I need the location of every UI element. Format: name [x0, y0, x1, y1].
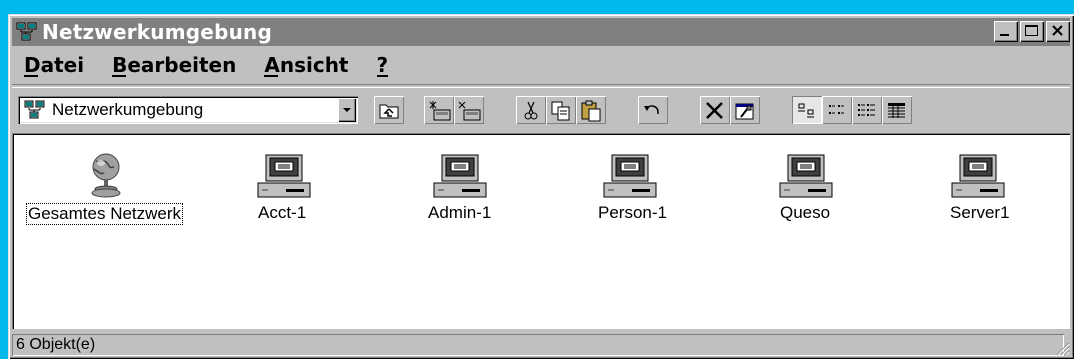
menu-help-label: ?: [376, 53, 389, 77]
resize-grip-icon[interactable]: [1054, 340, 1070, 356]
maximize-button[interactable]: [1020, 21, 1044, 42]
computer-icon: [257, 154, 311, 198]
item-label: Queso: [780, 203, 831, 222]
address-text: Netzwerkumgebung: [52, 100, 204, 119]
address-dropdown-button[interactable]: [338, 98, 356, 122]
menu-bearbeiten[interactable]: Bearbeiten: [110, 53, 238, 77]
undo-icon: [644, 105, 659, 115]
minimize-icon: [1000, 34, 1009, 36]
item-label: Gesamtes Netzwerk: [26, 203, 184, 225]
copy-button[interactable]: [546, 96, 576, 124]
computer-icon: [951, 154, 1005, 198]
computer-icon: [603, 154, 657, 198]
small-icons-view-icon: [829, 105, 844, 114]
disconnect-drive-icon: [458, 101, 481, 121]
computer-icon: [779, 154, 833, 198]
item-label: Acct-1: [258, 203, 307, 222]
small-icons-view-button[interactable]: [822, 96, 852, 124]
properties-icon: [735, 103, 754, 120]
close-button[interactable]: [1046, 21, 1070, 42]
list-view-button[interactable]: [852, 96, 882, 124]
large-icons-view-button[interactable]: [792, 96, 822, 124]
file-list[interactable]: Gesamtes Netzwerk Acct-1 Admin-1 Person-…: [12, 133, 1070, 329]
title-bar[interactable]: Netzwerkumgebung: [12, 18, 1070, 46]
network-neighborhood-icon: [16, 22, 37, 41]
toolbar: Netzwerkumgebung: [12, 90, 1070, 130]
copy-icon: [551, 101, 570, 121]
status-bar: 6 Objekt(e): [12, 332, 1070, 356]
undo-button[interactable]: [638, 96, 668, 124]
disconnect-drive-button[interactable]: [454, 96, 484, 124]
cut-icon: [524, 101, 538, 120]
details-view-button[interactable]: [882, 96, 912, 124]
properties-button[interactable]: [730, 96, 760, 124]
delete-icon: [706, 102, 723, 119]
status-text: 6 Objekt(e): [12, 334, 1064, 356]
details-view-icon: [888, 103, 905, 118]
menu-datei-label: Datei: [24, 53, 85, 77]
menu-bearbeiten-label: Bearbeiten: [112, 53, 237, 77]
network-neighborhood-icon: [24, 100, 45, 119]
delete-button[interactable]: [700, 96, 730, 124]
close-icon: [1052, 25, 1063, 36]
menu-bar: Datei Bearbeiten Ansicht ?: [12, 49, 1070, 81]
menu-help[interactable]: ?: [375, 53, 391, 77]
map-network-drive-button[interactable]: [424, 96, 454, 124]
large-icons-view-icon: [798, 103, 814, 118]
menu-datei[interactable]: Datei: [22, 53, 86, 77]
computer-icon: [433, 154, 487, 198]
item-label: Person-1: [598, 203, 667, 222]
address-combobox[interactable]: Netzwerkumgebung: [18, 96, 358, 124]
chevron-down-icon: [343, 108, 351, 112]
cut-button[interactable]: [516, 96, 546, 124]
menu-ansicht[interactable]: Ansicht: [262, 53, 350, 77]
menu-ansicht-label: Ansicht: [264, 53, 349, 77]
maximize-icon: [1025, 25, 1038, 36]
menu-separator: [12, 84, 1070, 88]
explorer-window: Netzwerkumgebung Datei Bearbeiten Ansich…: [8, 14, 1074, 359]
up-one-level-button[interactable]: [374, 96, 404, 124]
list-view-icon: [858, 104, 875, 116]
paste-icon: [581, 100, 601, 122]
minimize-button[interactable]: [994, 21, 1018, 42]
up-one-level-icon: [379, 104, 399, 119]
item-label: Server1: [950, 203, 1010, 222]
paste-button[interactable]: [576, 96, 606, 124]
map-network-drive-icon: [429, 101, 451, 121]
globe-icon: [91, 153, 121, 198]
window-title: Netzwerkumgebung: [42, 20, 272, 44]
item-label: Admin-1: [428, 203, 492, 222]
